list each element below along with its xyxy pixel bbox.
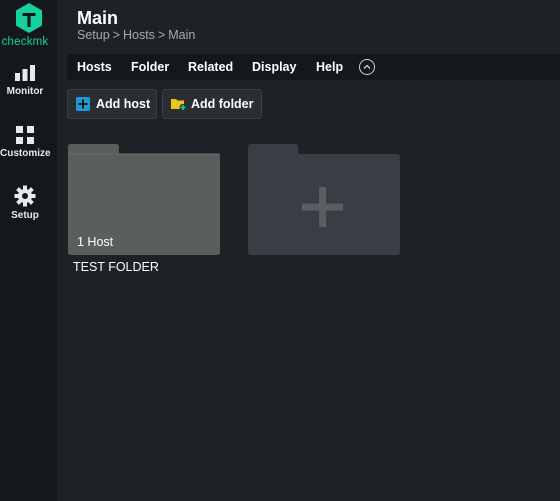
breadcrumb: Setup > Hosts > Main bbox=[77, 28, 195, 42]
menu-folder[interactable]: Folder bbox=[131, 60, 169, 74]
breadcrumb-separator: > bbox=[157, 28, 166, 42]
menu-display[interactable]: Display bbox=[252, 60, 296, 74]
checkmk-logo-icon bbox=[15, 3, 42, 33]
collapse-menu-button[interactable] bbox=[359, 59, 375, 75]
logo-text: checkmk bbox=[1, 36, 49, 48]
folder-tile[interactable]: 1 Host bbox=[67, 144, 220, 255]
menu-help[interactable]: Help bbox=[316, 60, 343, 74]
customize-icon bbox=[16, 126, 34, 144]
add-folder-button[interactable]: Add folder bbox=[162, 89, 262, 119]
add-folder-label: Add folder bbox=[191, 97, 254, 111]
sidebar-item-label: Setup bbox=[11, 210, 39, 221]
chevron-up-icon bbox=[363, 64, 371, 69]
sidebar-item-setup[interactable]: Setup bbox=[0, 185, 50, 221]
breadcrumb-main[interactable]: Main bbox=[168, 28, 195, 42]
sidebar-item-label: Monitor bbox=[6, 86, 44, 97]
setup-icon bbox=[14, 185, 36, 207]
add-folder-icon bbox=[171, 99, 187, 111]
sidebar: checkmk Monitor Customize Setup bbox=[0, 0, 57, 501]
new-folder-tile[interactable] bbox=[247, 144, 400, 255]
sidebar-item-label: Customize bbox=[0, 148, 51, 159]
menu-related[interactable]: Related bbox=[188, 60, 233, 74]
breadcrumb-hosts[interactable]: Hosts bbox=[123, 28, 155, 42]
page-title: Main bbox=[77, 8, 119, 28]
folder-host-count: 1 Host bbox=[77, 235, 114, 249]
add-host-label: Add host bbox=[96, 97, 151, 111]
menu-hosts[interactable]: Hosts bbox=[77, 60, 112, 74]
breadcrumb-separator: > bbox=[112, 28, 120, 42]
add-host-button[interactable]: Add host bbox=[67, 89, 157, 119]
folder-name[interactable]: TEST FOLDER bbox=[73, 260, 159, 274]
monitor-icon bbox=[15, 65, 35, 81]
sidebar-item-customize[interactable]: Customize bbox=[0, 125, 51, 159]
new-folder-icon bbox=[248, 144, 400, 255]
breadcrumb-setup[interactable]: Setup bbox=[77, 28, 110, 42]
checkmk-logo[interactable]: checkmk bbox=[0, 2, 57, 50]
sidebar-item-monitor[interactable]: Monitor bbox=[0, 64, 50, 97]
menu-bar: Hosts Folder Related Display Help bbox=[67, 54, 560, 80]
add-host-icon bbox=[76, 97, 90, 111]
